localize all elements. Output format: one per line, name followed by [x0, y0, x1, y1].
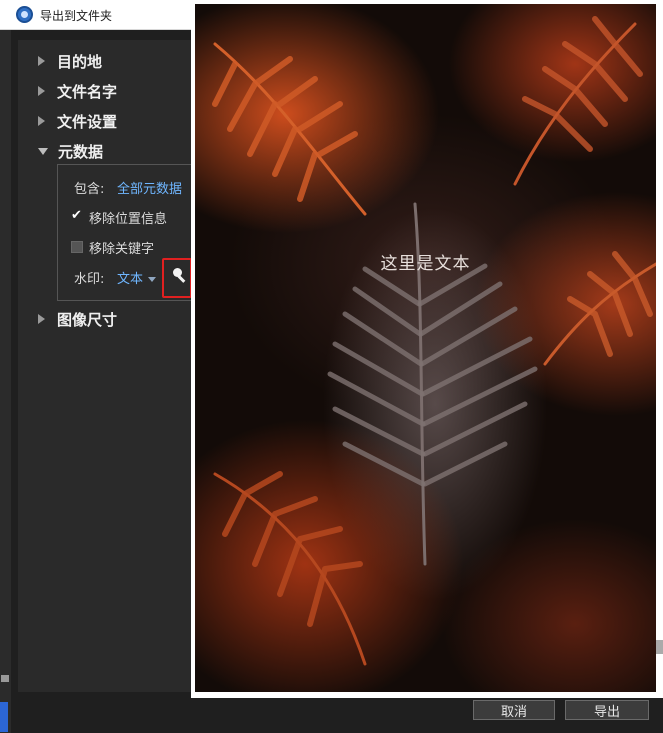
section-label: 文件设置 — [57, 112, 118, 131]
section-label: 文件名字 — [57, 82, 118, 101]
remove-keywords-label[interactable]: 移除关键字 — [89, 238, 154, 257]
remove-location-checkbox[interactable] — [71, 208, 83, 223]
search-icon-handle — [177, 275, 186, 283]
cancel-button[interactable]: 取消 — [473, 700, 555, 720]
remove-keywords-checkbox[interactable] — [71, 241, 83, 253]
section-label: 目的地 — [57, 52, 103, 71]
include-dropdown[interactable]: 全部元数据 — [117, 178, 182, 197]
section-label: 元数据 — [58, 142, 104, 161]
scroll-marker — [1, 675, 9, 682]
section-destination[interactable]: 目的地 — [18, 49, 102, 73]
watermark-text: 这里是文本 — [380, 254, 471, 274]
chevron-right-icon — [38, 56, 45, 66]
window-title: 导出到文件夹 — [40, 9, 113, 23]
app-icon — [16, 6, 33, 23]
chevron-down-icon — [148, 277, 157, 282]
section-file-settings[interactable]: 文件设置 — [18, 109, 117, 133]
section-metadata[interactable]: 元数据 — [18, 139, 103, 163]
chevron-right-icon — [38, 116, 45, 126]
settings-panel — [18, 40, 195, 692]
watermark-value: 文本 — [117, 272, 144, 287]
chevron-right-icon — [38, 86, 45, 96]
background-accent — [0, 702, 8, 732]
remove-location-label[interactable]: 移除位置信息 — [89, 208, 167, 227]
scrollbar-thumb[interactable] — [656, 640, 663, 654]
include-label: 包含: — [74, 182, 105, 197]
section-image-size[interactable]: 图像尺寸 — [18, 307, 117, 331]
preview-frame: 这里是文本 — [191, 0, 663, 698]
watermark-label: 水印: — [74, 272, 105, 287]
background-window-edge — [0, 30, 11, 733]
fern-fronds-illustration — [212, 16, 656, 666]
export-button[interactable]: 导出 — [565, 700, 649, 720]
section-file-name[interactable]: 文件名字 — [18, 79, 117, 103]
watermark-dropdown[interactable]: 文本 — [117, 268, 157, 287]
watermark-edit-button[interactable] — [162, 258, 192, 298]
chevron-right-icon — [38, 314, 45, 324]
chevron-down-icon — [38, 147, 48, 155]
section-label: 图像尺寸 — [57, 310, 118, 329]
preview-image: 这里是文本 — [195, 4, 656, 692]
